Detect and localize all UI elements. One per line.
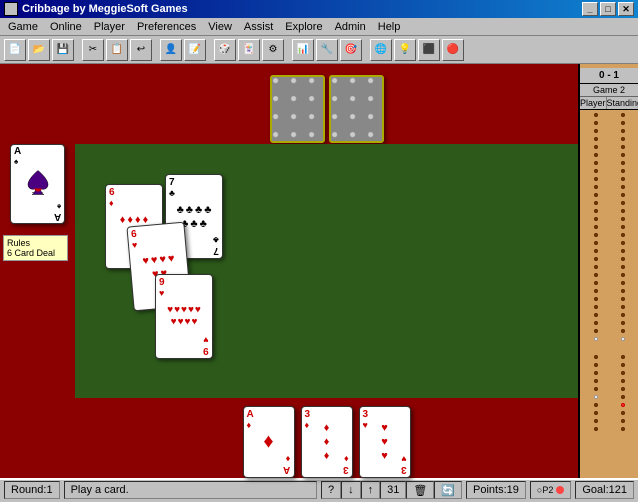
settings-button[interactable]: ⚙ [262,39,284,61]
discard-icon[interactable]: 🗑 [406,481,434,499]
points-display: Points:19 [466,481,526,499]
sort-button[interactable]: 🔧 [316,39,338,61]
sort-desc-icon[interactable]: ↑ [361,481,381,499]
score-display: 0 - 1 [580,68,638,84]
save-button[interactable]: 💾 [52,39,74,61]
menu-online[interactable]: Online [44,19,88,35]
player-card-ace[interactable]: A♠ A♠ ♠ [10,144,65,224]
card-value-br: A♠ [54,201,61,221]
new-game-button[interactable]: 📄 [4,39,26,61]
menu-preferences[interactable]: Preferences [131,19,202,35]
deal-button[interactable]: 🎲 [214,39,236,61]
menu-bar: Game Online Player Preferences View Assi… [0,18,638,36]
card-button[interactable]: 🃏 [238,39,260,61]
peg-col-right [609,112,636,476]
peg-col-left [582,112,609,476]
menu-player[interactable]: Player [88,19,131,35]
rules-label: Rules [7,238,64,248]
deal-label: 6 Card Deal [7,248,64,258]
open-button[interactable]: 📂 [28,39,50,61]
help-button[interactable]: ? [321,481,341,499]
score-panel: 0 - 1 Game 2 Player Standing [578,64,638,478]
player-col-header: Player [580,97,607,109]
score-subheader: Player Standing [580,97,638,110]
window-title: Cribbage by MeggieSoft Games [22,3,188,15]
window-controls: _ □ ✕ [582,2,634,16]
round-display: Round:1 [4,481,60,499]
top-zone [75,64,578,144]
sort-asc-icon[interactable]: ↓ [341,481,361,499]
menu-game[interactable]: Game [2,19,44,35]
card-value-tl: A♠ [14,147,21,167]
stats-button[interactable]: 📊 [292,39,314,61]
toolbar: 📄 📂 💾 ✂ 📋 ↩ 👤 📝 🎲 🃏 ⚙ 📊 🔧 🎯 🌐 💡 ⬛ 🔴 [0,36,638,64]
game-number: Game 2 [580,84,638,97]
target-button[interactable]: 🎯 [340,39,362,61]
menu-help[interactable]: Help [372,19,407,35]
game-area: A♠ A♠ ♠ Rules 6 Card Deal [0,64,638,478]
close-button[interactable]: ✕ [618,2,634,16]
title-bar: Cribbage by MeggieSoft Games _ □ ✕ [0,0,638,18]
left-area: A♠ A♠ ♠ Rules 6 Card Deal [0,64,75,478]
status-bar: Round:1 Play a card. ? ↓ ↑ 31 🗑 🔄 Points… [0,478,638,500]
hand-card-3-diamonds[interactable]: 3♦ 3♦ ♦ ♦ ♦ [301,406,353,478]
goal-display: Goal:121 [575,481,634,499]
undo-button[interactable]: ↩ [130,39,152,61]
opponent-card-2 [329,75,384,143]
menu-explore[interactable]: Explore [279,19,328,35]
play-card-9h[interactable]: 9♥ 9♥ ♥♥ ♥♥ ♥ ♥♥ ♥♥ [155,274,213,359]
stop-button[interactable]: ⬛ [418,39,440,61]
copy-button[interactable]: 📋 [106,39,128,61]
maximize-button[interactable]: □ [600,2,616,16]
count-31[interactable]: 31 [380,481,406,499]
hint-button[interactable]: 💡 [394,39,416,61]
menu-admin[interactable]: Admin [329,19,372,35]
player-indicator: ○P2 [530,481,571,499]
opponent-card-1 [270,75,325,143]
minimize-button[interactable]: _ [582,2,598,16]
felt-table: 6♦ 6♦ ♦♦ ♦♦ ♦♦ 7♣ 7♣ ♣♣ ♣♣ ♣♣ ♣ [75,144,578,398]
standing-col-header: Standing [607,97,638,109]
notes-button[interactable]: 📝 [184,39,206,61]
table-area: 6♦ 6♦ ♦♦ ♦♦ ♦♦ 7♣ 7♣ ♣♣ ♣♣ ♣♣ ♣ [75,64,578,478]
cut-button[interactable]: ✂ [82,39,104,61]
refresh-icon[interactable]: 🔄 [434,481,462,499]
player-button[interactable]: 👤 [160,39,182,61]
bottom-zone: A♦ A♦ ♦ 3♦ 3♦ ♦ ♦ ♦ 3♥ 3♥ ♥ ♥ ♥ [75,398,578,478]
hand-card-3-hearts[interactable]: 3♥ 3♥ ♥ ♥ ♥ [359,406,411,478]
toolbar-btn-extra[interactable]: 🔴 [442,39,464,61]
hand-card-ace-diamonds[interactable]: A♦ A♦ ♦ [243,406,295,478]
player-indicator-dot [556,486,564,494]
menu-view[interactable]: View [202,19,238,35]
menu-assist[interactable]: Assist [238,19,279,35]
opponent-cards [270,75,384,143]
score-dots [580,110,638,478]
web-button[interactable]: 🌐 [370,39,392,61]
info-box: Rules 6 Card Deal [3,235,68,261]
status-message: Play a card. [64,481,317,499]
app-icon [4,2,18,16]
